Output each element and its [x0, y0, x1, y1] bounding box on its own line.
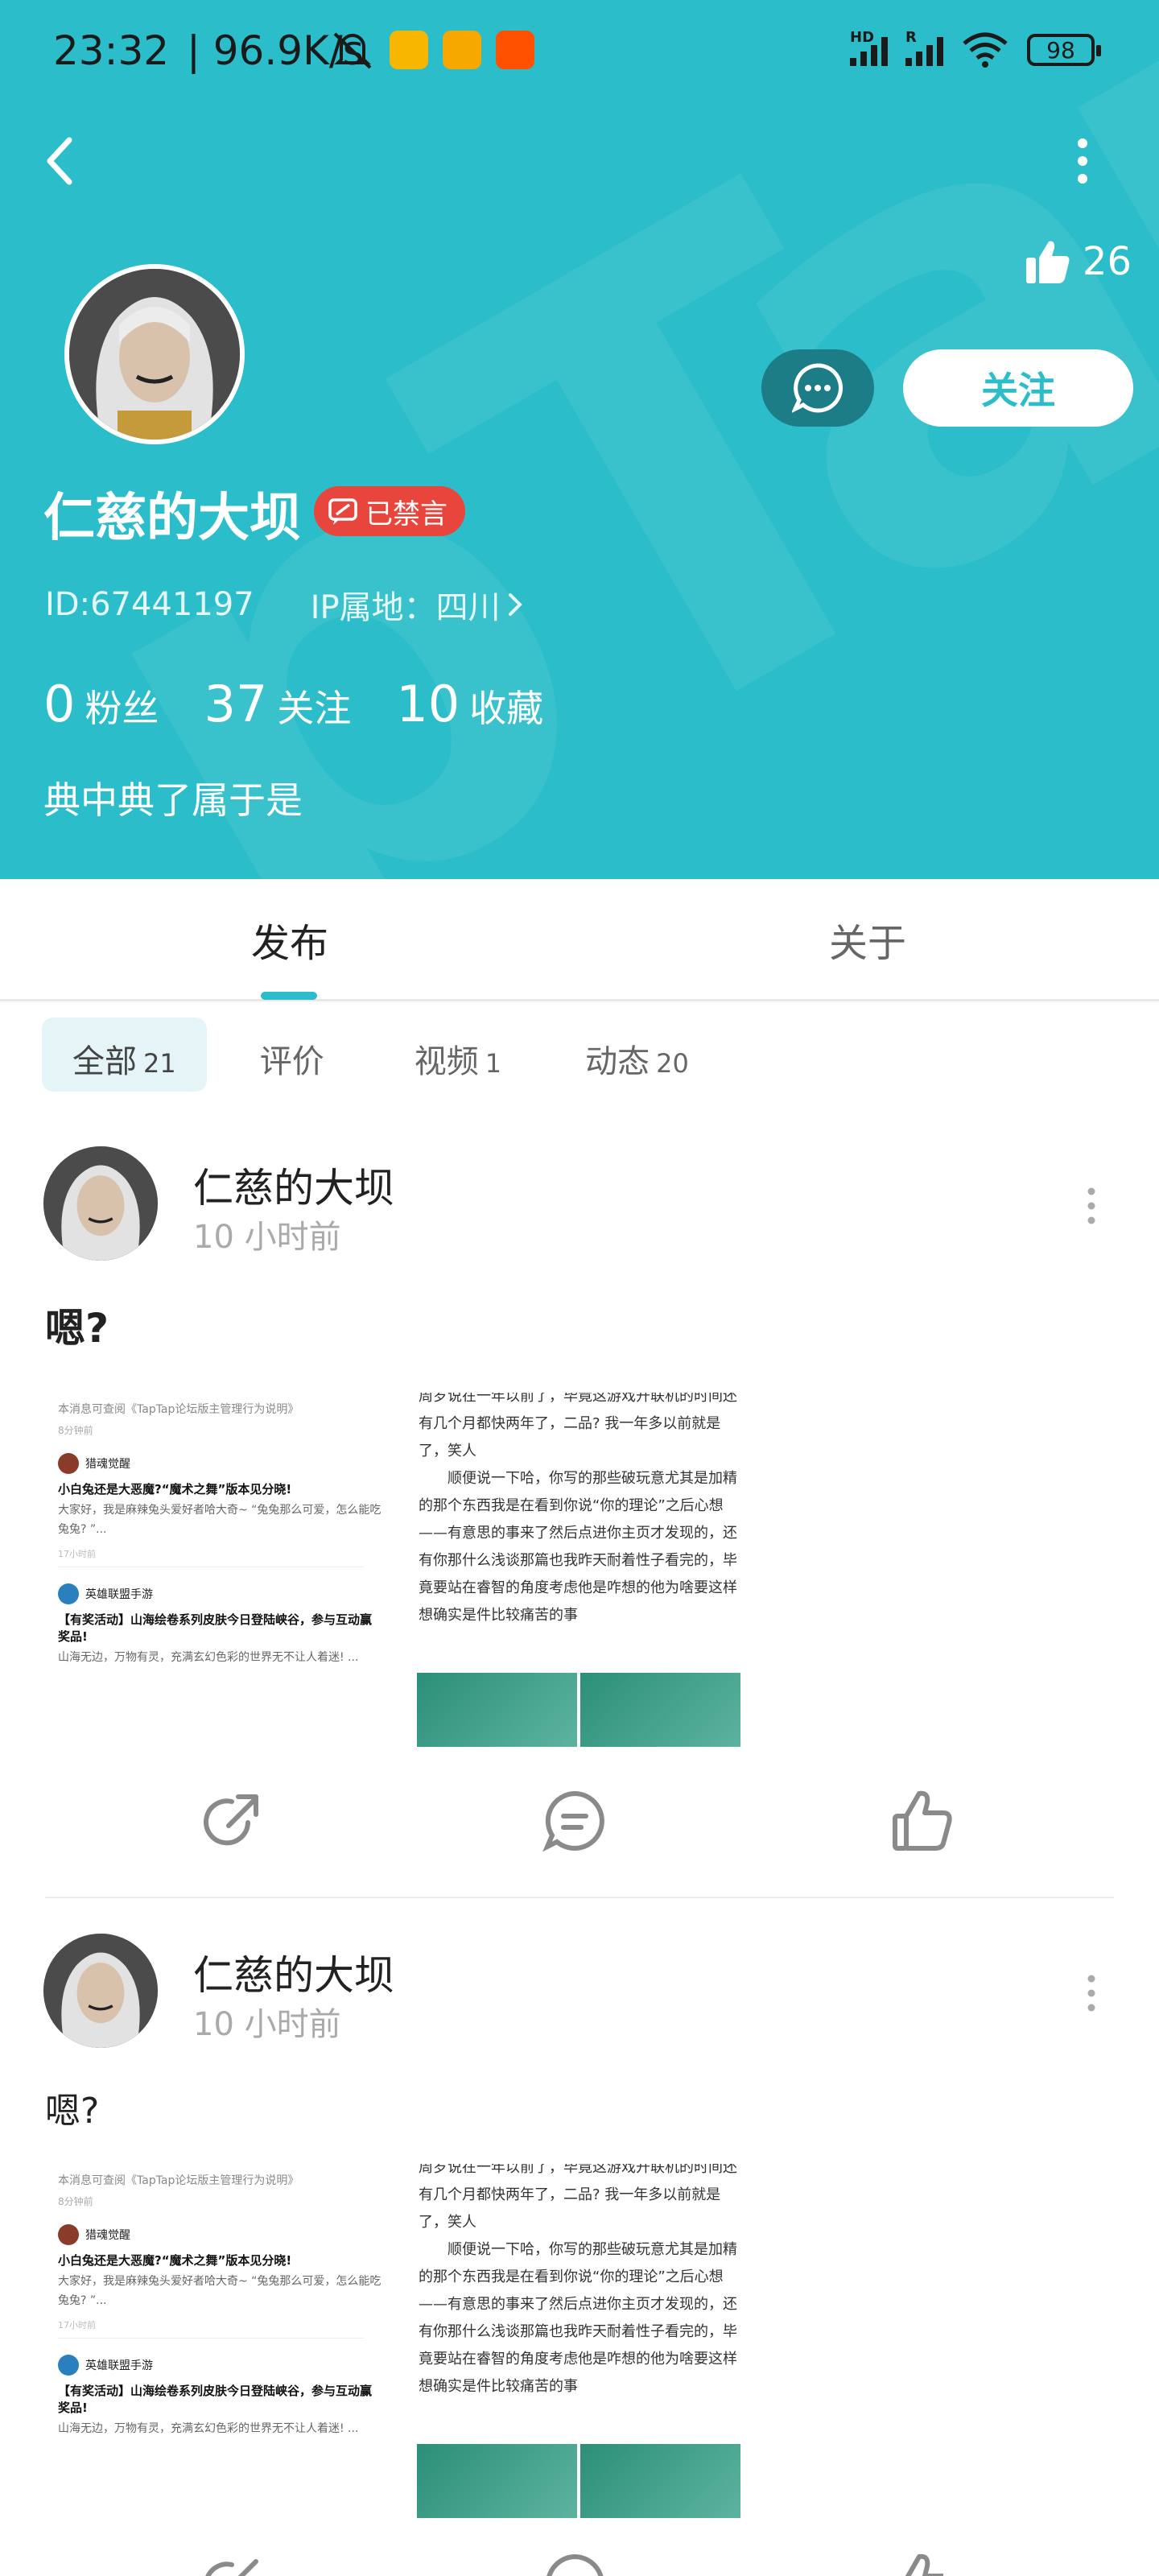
game-icon — [58, 2224, 79, 2245]
followers-stat[interactable]: 0 粉丝 — [43, 675, 159, 733]
post-image-right[interactable]: 周岁说在一年以前了，毕竟这游戏开联机的时间还 有几个月都快两年了，二品? 我一年… — [415, 1393, 742, 1747]
avatar-portrait-icon — [43, 1146, 158, 1261]
post-author-avatar[interactable] — [43, 1146, 158, 1261]
signal-hd-icon: HD — [850, 29, 888, 66]
thumbs-up-icon — [1025, 241, 1070, 283]
favorites-stat[interactable]: 10 收藏 — [396, 675, 543, 733]
share-icon — [205, 2559, 258, 2576]
thumbs-up-icon — [893, 1790, 952, 1851]
profile-likes: 26 — [1025, 238, 1132, 285]
share-icon — [204, 1794, 258, 1846]
comment-button[interactable] — [541, 1787, 608, 1855]
post-title: 嗯? — [45, 2091, 100, 2132]
signal-r-icon: R — [905, 29, 943, 66]
wifi-icon — [963, 32, 1008, 68]
status-right-icons: HD R 98 — [850, 29, 1101, 68]
post-author-avatar[interactable] — [43, 1934, 158, 2048]
stats-row: 0 粉丝 37 关注 10 收藏 — [43, 675, 543, 733]
vertical-dots-icon — [1087, 1187, 1095, 1224]
post-card[interactable]: 仁慈的大坝 10 小时前 嗯? 本消息可查阅《TapTap论坛版主管理行为说明》… — [0, 1127, 1159, 1900]
tab-posts[interactable]: 发布 — [251, 911, 328, 968]
chat-bubble-icon — [792, 363, 843, 413]
like-button[interactable] — [889, 1787, 956, 1855]
post-image-right[interactable]: 周岁说在一年以前了，毕竟这游戏开联机的时间还 有几个月都快两年了，二品? 我一年… — [415, 2164, 742, 2518]
filter-moments[interactable]: 动态 20 — [555, 1018, 720, 1092]
profile-header: pTap 23:32 | 96.9K/s HD R 98 26 关注 仁慈的大坝… — [0, 0, 1159, 879]
screenshot-thumbnails — [417, 1673, 740, 1747]
more-options-button[interactable] — [1062, 137, 1103, 185]
profile-avatar[interactable] — [64, 264, 245, 444]
status-bar: 23:32 | 96.9K/s HD R 98 — [0, 0, 1159, 105]
following-stat[interactable]: 37 关注 — [204, 675, 351, 733]
comment-icon — [542, 1790, 604, 1852]
back-button[interactable] — [39, 129, 87, 193]
game-icon — [58, 2355, 79, 2376]
post-image-left[interactable]: 本消息可查阅《TapTap论坛版主管理行为说明》 8分钟前 猎魂觉醒 小白兔还是… — [45, 1393, 383, 1747]
banned-badge: 已禁言 — [314, 486, 465, 536]
status-notification-icons — [330, 31, 534, 71]
post-divider — [45, 1897, 1114, 1898]
thumbs-up-icon — [905, 2553, 943, 2576]
avatar-portrait-icon — [43, 1934, 158, 2048]
post-more-button[interactable] — [1075, 1969, 1107, 2017]
vertical-dots-icon — [1087, 1975, 1095, 2012]
message-button[interactable] — [761, 349, 874, 427]
mute-icon — [333, 32, 372, 69]
post-time: 10 小时前 — [193, 2006, 341, 2043]
screenshot-thumbnails — [417, 2444, 740, 2518]
mail-app-icon — [390, 31, 428, 69]
like-count: 26 — [1082, 239, 1132, 284]
banned-label: 已禁言 — [365, 497, 448, 530]
profile-username: 仁慈的大坝 — [43, 489, 301, 548]
ip-location: IP属地：四川 — [310, 589, 501, 626]
battery-indicator: 98 — [1027, 34, 1101, 66]
post-actions — [0, 2550, 1159, 2576]
post-author-name[interactable]: 仁慈的大坝 — [193, 1156, 394, 1214]
vertical-dots-icon — [1078, 138, 1087, 184]
follow-button[interactable]: 关注 — [903, 349, 1133, 427]
tab-active-indicator — [261, 992, 317, 1000]
status-time: 23:32 — [53, 27, 170, 74]
post-actions — [0, 1787, 1159, 1884]
profile-bio: 典中典了属于是 — [43, 778, 303, 822]
filter-reviews[interactable]: 评价 — [229, 1018, 361, 1092]
ip-location-link[interactable]: IP属地：四川 — [311, 581, 525, 628]
filter-videos[interactable]: 视频 1 — [384, 1018, 532, 1092]
chevron-right-icon — [508, 593, 522, 616]
filter-all[interactable]: 全部 21 — [42, 1018, 207, 1092]
id-row: ID:67441197 IP属地：四川 — [45, 581, 525, 628]
taobao-app-icon — [496, 31, 534, 69]
content-tabs: 发布 关于 — [0, 879, 1159, 1001]
like-button[interactable] — [889, 2550, 956, 2576]
user-id: ID:67441197 — [45, 586, 254, 623]
post-title: 嗯? — [45, 1305, 109, 1352]
game-icon — [58, 1453, 79, 1474]
post-card[interactable]: 仁慈的大坝 10 小时前 嗯? 本消息可查阅《TapTap论坛版主管理行为说明》… — [0, 1914, 1159, 2576]
post-more-button[interactable] — [1075, 1182, 1107, 1230]
post-time: 10 小时前 — [193, 1219, 341, 1256]
tab-about[interactable]: 关于 — [829, 911, 906, 968]
notes-app-icon — [443, 31, 481, 69]
comment-button[interactable] — [541, 2550, 608, 2576]
post-image-left[interactable]: 本消息可查阅《TapTap论坛版主管理行为说明》 8分钟前 猎魂觉醒 小白兔还是… — [45, 2164, 383, 2518]
muted-chat-icon — [328, 498, 357, 525]
comment-icon — [547, 2553, 604, 2576]
chevron-left-icon — [47, 137, 72, 185]
game-icon — [58, 1583, 79, 1604]
avatar-portrait-icon — [69, 269, 240, 440]
share-button[interactable] — [200, 2550, 267, 2576]
post-filter-chips: 全部 21 评价 视频 1 动态 20 — [42, 1018, 742, 1092]
share-button[interactable] — [200, 1787, 267, 1855]
post-author-name[interactable]: 仁慈的大坝 — [193, 1943, 394, 2001]
